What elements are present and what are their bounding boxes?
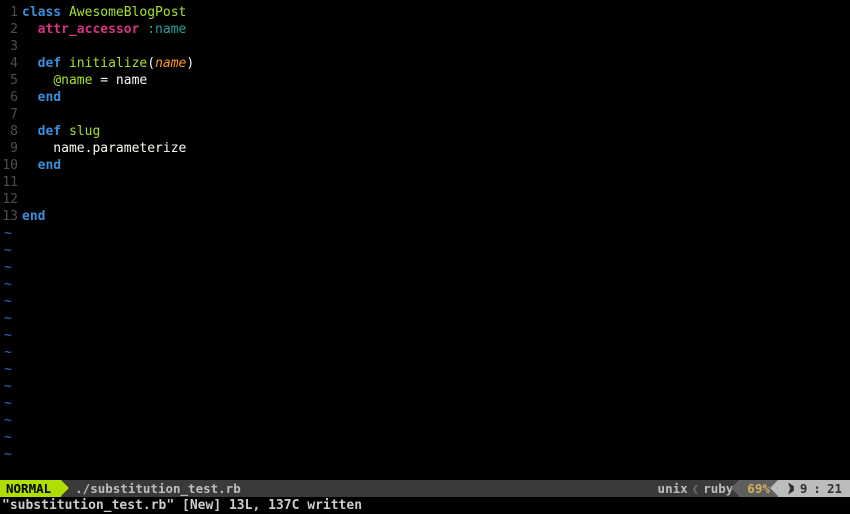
file-path-segment: ./substitution_test.rb [61,480,251,497]
status-spacer [251,480,652,497]
tilde-marker: ~ [0,361,12,378]
tilde-marker: ~ [0,259,12,276]
code-line[interactable]: 3 [0,38,850,55]
line-number: 1 [0,4,22,21]
code-line[interactable]: 13end [0,208,850,225]
vim-editor: 1class AwesomeBlogPost2 attr_accessor :n… [0,0,850,514]
command-filename: "substitution_test.rb" [2,497,174,514]
empty-line: ~ [0,361,850,378]
file-format: unix [658,480,688,497]
code-content[interactable]: def initialize(name) [22,55,850,72]
tilde-marker: ~ [0,429,12,446]
tilde-marker: ~ [0,344,12,361]
line-number: 13 [0,208,22,225]
line-number: 11 [0,174,22,191]
code-area[interactable]: 1class AwesomeBlogPost2 attr_accessor :n… [0,0,850,480]
command-space [174,497,182,514]
mode-indicator: NORMAL [0,480,61,497]
tilde-marker: ~ [0,225,12,242]
line-number: 5 [0,72,22,89]
code-content[interactable]: attr_accessor :name [22,21,850,38]
file-path: ./substitution_test.rb [75,480,241,497]
position-colon: : [813,480,821,497]
tilde-marker: ~ [0,242,12,259]
empty-line: ~ [0,344,850,361]
line-number: 3 [0,38,22,55]
line-number: 6 [0,89,22,106]
empty-line: ~ [0,225,850,242]
empty-line: ~ [0,412,850,429]
tilde-marker: ~ [0,378,12,395]
line-number: 4 [0,55,22,72]
code-line[interactable]: 5 @name = name [0,72,850,89]
code-line[interactable]: 7 [0,106,850,123]
empty-line: ~ [0,327,850,344]
file-type: ruby [703,480,733,497]
empty-line: ~ [0,446,850,463]
position-segment: 9 : 21 [778,480,850,497]
line-number: 8 [0,123,22,140]
code-line[interactable]: 8 def slug [0,123,850,140]
code-content[interactable]: @name = name [22,72,850,89]
status-bar: NORMAL ./substitution_test.rb unix ❮ rub… [0,480,850,497]
code-content[interactable]: end [22,89,850,106]
code-line[interactable]: 9 name.parameterize [0,140,850,157]
empty-line: ~ [0,395,850,412]
code-content[interactable]: end [22,208,850,225]
command-line[interactable]: "substitution_test.rb" [New] 13L, 137C w… [0,497,850,514]
code-line[interactable]: 2 attr_accessor :name [0,21,850,38]
code-content[interactable]: name.parameterize [22,140,850,157]
code-line[interactable]: 1class AwesomeBlogPost [0,4,850,21]
cursor-line: 9 [800,480,808,497]
line-number: 12 [0,191,22,208]
line-icon [788,483,794,495]
code-content[interactable]: class AwesomeBlogPost [22,4,850,21]
percent-text: 69% [747,480,770,497]
code-content[interactable] [22,106,850,123]
tilde-marker: ~ [0,446,12,463]
code-content[interactable] [22,174,850,191]
empty-line: ~ [0,259,850,276]
line-number: 10 [0,157,22,174]
code-line[interactable]: 12 [0,191,850,208]
empty-line: ~ [0,242,850,259]
code-line[interactable]: 4 def initialize(name) [0,55,850,72]
mode-text: NORMAL [6,480,51,497]
file-info-segment: unix ❮ ruby [652,480,740,497]
tilde-marker: ~ [0,412,12,429]
tilde-marker: ~ [0,293,12,310]
code-content[interactable] [22,38,850,55]
code-line[interactable]: 10 end [0,157,850,174]
empty-line: ~ [0,429,850,446]
cursor-col: 21 [827,480,842,497]
line-number: 9 [0,140,22,157]
tilde-marker: ~ [0,276,12,293]
empty-line: ~ [0,310,850,327]
code-content[interactable]: end [22,157,850,174]
tilde-marker: ~ [0,310,12,327]
empty-line: ~ [0,293,850,310]
code-content[interactable]: def slug [22,123,850,140]
line-number: 7 [0,106,22,123]
code-line[interactable]: 6 end [0,89,850,106]
line-number: 2 [0,21,22,38]
tilde-marker: ~ [0,327,12,344]
code-line[interactable]: 11 [0,174,850,191]
tilde-marker: ~ [0,395,12,412]
separator-icon: ❮ [688,480,704,497]
command-message: [New] 13L, 137C written [182,497,362,514]
empty-line: ~ [0,276,850,293]
code-content[interactable] [22,191,850,208]
empty-line: ~ [0,378,850,395]
